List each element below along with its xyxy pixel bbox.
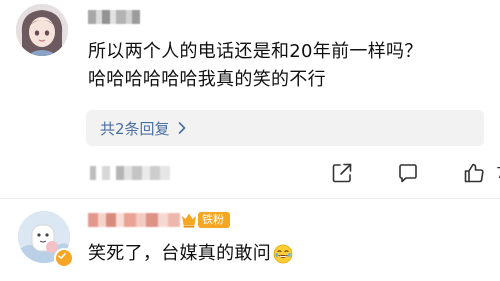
avatar-illustration [16, 4, 68, 56]
comment-feed: 所以两个人的电话还是和20年前一样吗？ 哈哈哈哈哈哈我真的笑的不行 共2条回复 … [0, 0, 500, 281]
comment-text: 笑死了，台媒真的敢问 [88, 240, 293, 268]
verified-check-mark [58, 253, 66, 259]
divider [0, 198, 500, 199]
comment-text-line: 所以两个人的电话还是和20年前一样吗？ [88, 41, 423, 62]
share-icon[interactable] [330, 161, 354, 185]
laughing-emoji-icon [273, 244, 293, 264]
username-blurred[interactable] [88, 10, 140, 24]
like-count: 78 [496, 164, 500, 182]
comment-icon[interactable] [396, 161, 420, 185]
comment-text-line: 哈哈哈哈哈哈我真的笑的不行 [88, 69, 326, 90]
comment-actions: 78 [330, 160, 500, 186]
view-replies-label: 共2条回复 [100, 119, 170, 138]
comment-text-line: 笑死了，台媒真的敢问 [88, 243, 271, 264]
verified-badge-icon [54, 248, 74, 268]
fan-badge-label: 铁粉 [202, 213, 224, 226]
username-blurred[interactable] [88, 213, 180, 227]
fan-badge: 铁粉 [198, 212, 230, 228]
replies-box[interactable]: 共2条回复 [86, 110, 484, 146]
thumbs-up-icon[interactable] [462, 161, 486, 185]
comment-text: 所以两个人的电话还是和20年前一样吗？ 哈哈哈哈哈哈我真的笑的不行 [88, 38, 423, 94]
view-replies-link[interactable]: 共2条回复 [100, 118, 186, 139]
comment-meta-blurred [90, 166, 170, 180]
chevron-right-icon [178, 122, 185, 134]
avatar[interactable] [16, 4, 68, 56]
fan-level-icon [182, 213, 196, 228]
